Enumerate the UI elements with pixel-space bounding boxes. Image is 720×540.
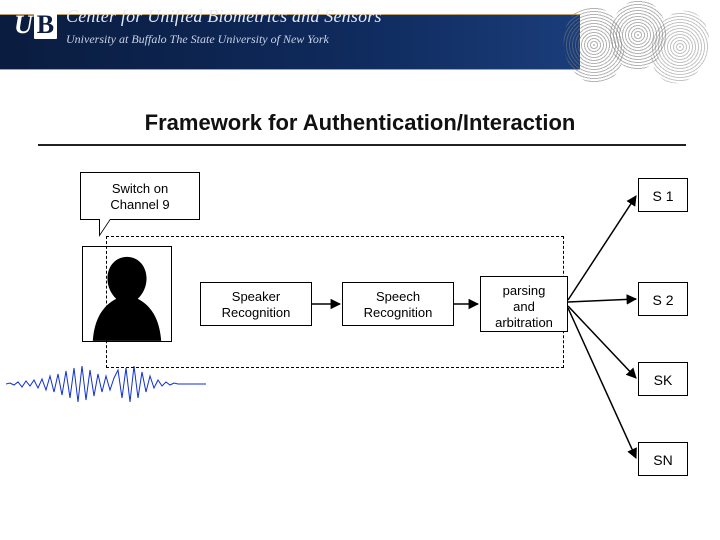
output-sk: SK <box>638 362 688 396</box>
title-underline <box>38 144 686 146</box>
header-subtitle: University at Buffalo The State Universi… <box>66 32 329 47</box>
output-sn: SN <box>638 442 688 476</box>
ub-logo: UB <box>14 10 58 44</box>
speech-bubble: Switch on Channel 9 <box>80 172 200 220</box>
output-s2: S 2 <box>638 282 688 316</box>
bubble-line1: Switch on <box>81 181 199 197</box>
ub-logo-b: B <box>34 10 57 39</box>
audio-waveform <box>6 362 206 406</box>
parsing-arbitration-box: parsingandarbitration <box>480 276 568 332</box>
ub-logo-u: U <box>14 10 33 39</box>
output-s1: S 1 <box>638 178 688 212</box>
fingerprints-decoration <box>564 0 714 88</box>
bubble-line2: Channel 9 <box>81 197 199 213</box>
header-title: Center for Unified Biometrics and Sensor… <box>66 6 382 27</box>
slide-title: Framework for Authentication/Interaction <box>52 110 668 136</box>
speech-recognition-box: SpeechRecognition <box>342 282 454 326</box>
speaker-recognition-label: SpeakerRecognition <box>222 289 291 320</box>
header: UB Center for Unified Biometrics and Sen… <box>0 0 720 90</box>
parsing-arbitration-label: parsingandarbitration <box>495 283 553 330</box>
speech-recognition-label: SpeechRecognition <box>364 289 433 320</box>
speaker-recognition-box: SpeakerRecognition <box>200 282 312 326</box>
